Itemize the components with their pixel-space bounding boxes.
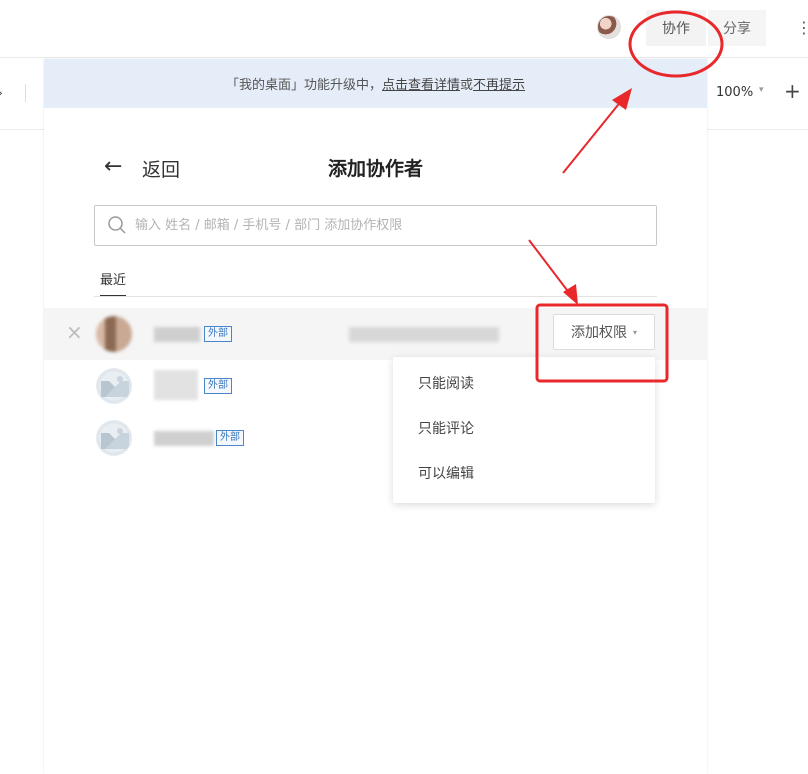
top-bar: 协作 分享 ⋮ (0, 0, 808, 58)
collaborate-button[interactable]: 协作 (646, 10, 706, 46)
back-button[interactable]: 返回 (142, 155, 180, 182)
upgrade-notice-banner: 「我的桌面」功能升级中， 点击查看详情 或 不再提示 (44, 59, 707, 108)
zoom-level[interactable]: 100% (716, 85, 753, 100)
avatar (96, 420, 132, 456)
tab-divider (94, 296, 657, 297)
notice-separator: 或 (460, 78, 474, 93)
zoom-dropdown-icon[interactable]: ▾ (759, 85, 764, 95)
external-badge: 外部 (216, 430, 244, 446)
add-permission-dropdown[interactable]: 添加权限 ▾ (553, 314, 655, 350)
panel-title: 添加协作者 (328, 158, 424, 180)
permission-menu: 只能阅读 只能评论 可以编辑 (393, 357, 655, 503)
menu-item-comment-only[interactable]: 只能评论 (393, 407, 655, 452)
menu-item-read-only[interactable]: 只能阅读 (393, 362, 655, 407)
search-input[interactable] (135, 206, 645, 245)
user-avatar[interactable] (597, 15, 621, 39)
tab-recent[interactable]: 最近 (100, 269, 127, 297)
share-button[interactable]: 分享 (708, 10, 766, 46)
chevron-down-icon: ▾ (632, 327, 637, 337)
add-permission-label: 添加权限 (570, 325, 627, 341)
add-collaborator-panel: 「我的桌面」功能升级中， 点击查看详情 或 不再提示 ← 返回 添加协作者 最近… (44, 59, 707, 774)
external-badge: 外部 (204, 326, 232, 342)
contact-name-redacted (154, 431, 214, 446)
chevron-right-icon[interactable]: › (0, 86, 3, 100)
zoom-in-icon[interactable]: + (784, 79, 801, 103)
external-badge: 外部 (204, 378, 232, 394)
notice-dismiss-link[interactable]: 不再提示 (473, 74, 525, 93)
notice-details-link[interactable]: 点击查看详情 (382, 74, 460, 93)
back-arrow-icon[interactable]: ← (104, 153, 122, 181)
contact-email-redacted (349, 327, 499, 342)
search-box[interactable] (94, 205, 657, 246)
avatar (96, 316, 132, 352)
avatar (96, 368, 132, 404)
search-icon (108, 216, 126, 234)
menu-item-can-edit[interactable]: 可以编辑 (393, 452, 655, 497)
toolbar-divider (25, 84, 26, 102)
notice-text: 「我的桌面」功能升级中， (225, 78, 382, 93)
app-window: 协作 分享 ⋮ › 100% ▾ + 「我的桌面」功能升级中， 点击查看详情 或… (0, 0, 808, 774)
contact-name-redacted (154, 370, 198, 400)
more-options-icon[interactable]: ⋮ (796, 18, 808, 42)
remove-icon[interactable]: × (66, 321, 83, 343)
contact-name-redacted (154, 327, 200, 342)
